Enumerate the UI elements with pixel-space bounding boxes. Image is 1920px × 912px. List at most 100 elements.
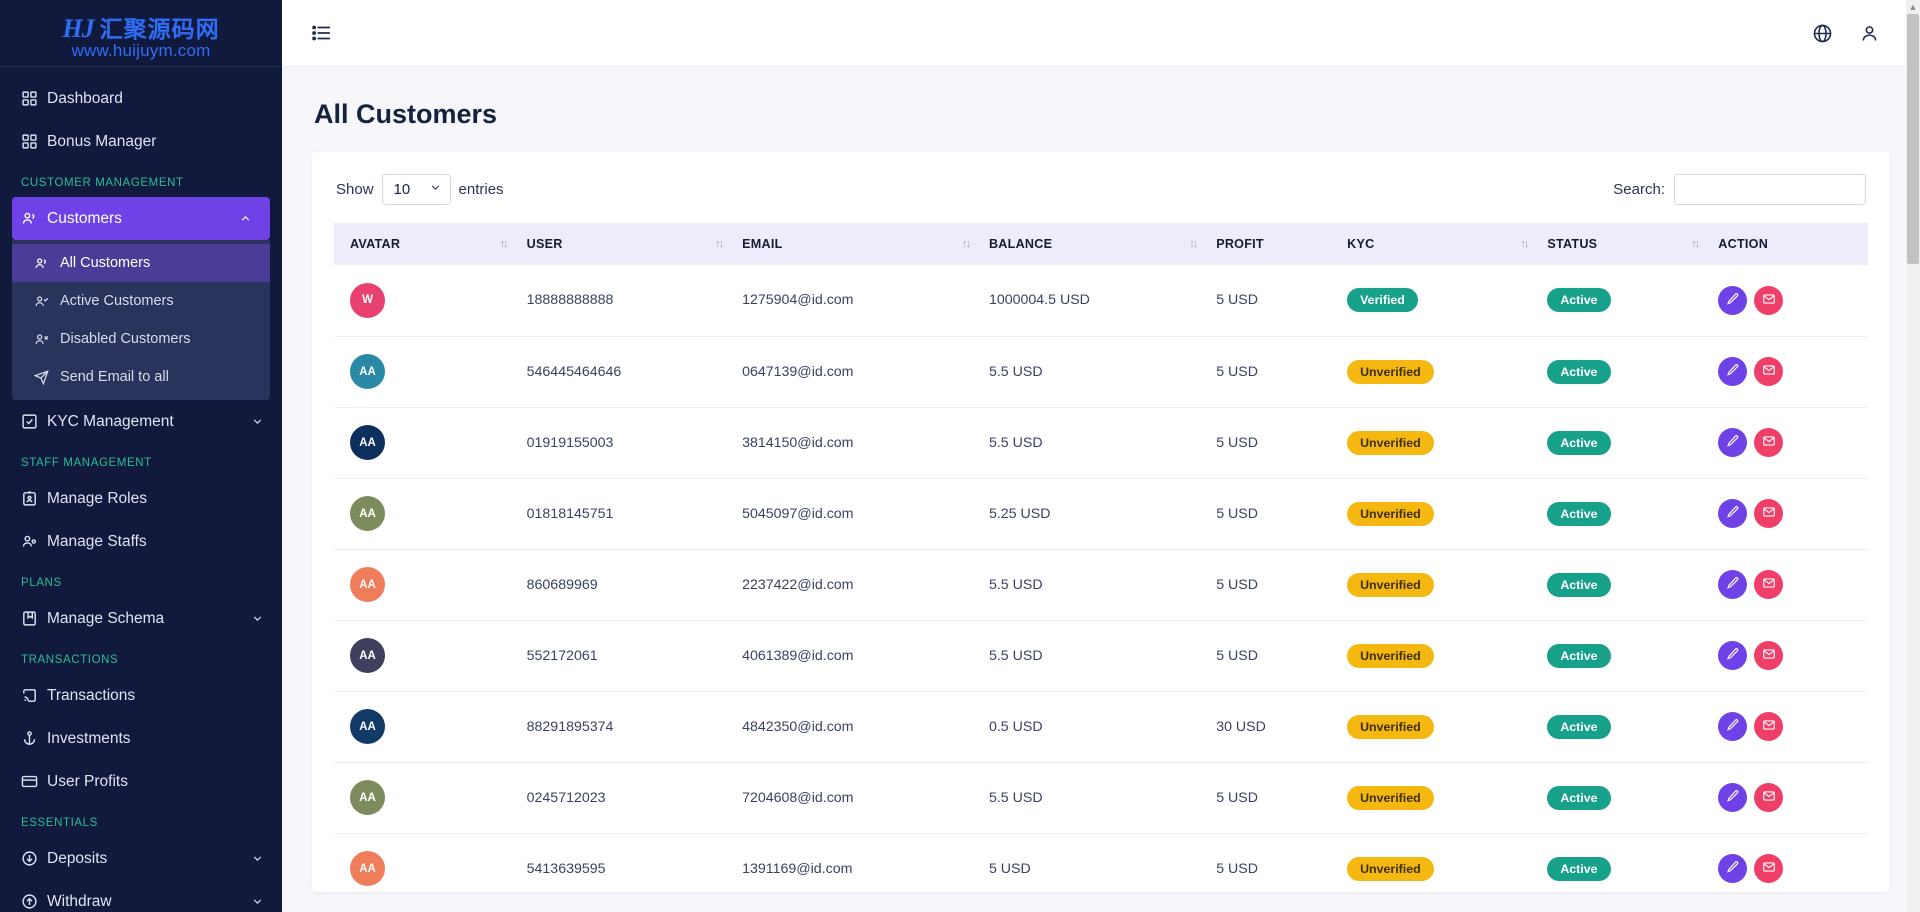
sidebar-item-label: All Customers: [60, 255, 151, 271]
download-circle-icon: [21, 850, 47, 867]
column-header-action[interactable]: ACTION: [1708, 223, 1868, 265]
edit-customer-button[interactable]: [1718, 357, 1748, 386]
status-badge: Active: [1547, 643, 1611, 668]
grid-icon: [21, 133, 47, 150]
cell-status: Active: [1537, 407, 1709, 479]
kyc-badge: Unverified: [1347, 430, 1434, 455]
cell-balance: 5.5 USD: [978, 407, 1207, 479]
email-customer-button[interactable]: [1754, 428, 1784, 457]
cell-email: 0647139@id.com: [732, 336, 979, 408]
page-scrollbar[interactable]: ▲: [1906, 0, 1920, 912]
cell-status: Active: [1537, 336, 1709, 408]
email-customer-button[interactable]: [1754, 357, 1784, 386]
sidebar-item-bonus-manager[interactable]: Bonus Manager: [0, 120, 282, 163]
sidebar-item-withdraw[interactable]: Withdraw: [0, 880, 282, 912]
avatar: AA: [350, 425, 385, 460]
column-header-status[interactable]: STATUS ↑↓: [1537, 223, 1709, 265]
cell-profit: 5 USD: [1206, 478, 1338, 550]
sidebar-item-user-profits[interactable]: User Profits: [0, 760, 282, 803]
column-header-avatar[interactable]: AVATAR ↑↓: [334, 223, 517, 265]
pencil-icon: [1726, 292, 1740, 309]
cell-profit: 30 USD: [1206, 691, 1338, 763]
edit-customer-button[interactable]: [1718, 570, 1748, 599]
column-header-profit[interactable]: PROFIT: [1206, 223, 1338, 265]
sidebar-item-investments[interactable]: Investments: [0, 717, 282, 760]
column-header-user[interactable]: USER ↑↓: [516, 223, 733, 265]
envelope-icon: [1762, 718, 1776, 735]
edit-customer-button[interactable]: [1718, 285, 1748, 315]
sidebar-item-label: Manage Roles: [47, 489, 147, 507]
email-customer-button[interactable]: [1754, 285, 1784, 315]
sidebar-item-transactions[interactable]: Transactions: [0, 674, 282, 717]
edit-customer-button[interactable]: [1718, 854, 1748, 883]
kyc-badge: Unverified: [1347, 572, 1434, 597]
sidebar-section-plans: PLANS: [21, 577, 62, 589]
sidebar-item-active-customers[interactable]: Active Customers: [12, 282, 270, 320]
sidebar-item-manage-roles[interactable]: Manage Roles: [0, 477, 282, 520]
kyc-badge: Unverified: [1347, 643, 1434, 668]
edit-customer-button[interactable]: [1718, 712, 1748, 741]
table-row: AA 88291895374 4842350@id.com 0.5 USD 30 USD…: [334, 691, 1868, 763]
user-icon[interactable]: [1859, 23, 1880, 44]
scroll-up-arrow-icon[interactable]: ▲: [1906, 0, 1920, 14]
sidebar-item-label: Deposits: [47, 849, 108, 867]
column-header-kyc[interactable]: KYC ↑↓: [1337, 223, 1538, 265]
sidebar-nav: Dashboard Bonus Manager CUSTOMER MANAGEM…: [0, 67, 282, 912]
cell-action: [1708, 549, 1868, 621]
edit-customer-button[interactable]: [1718, 783, 1748, 812]
email-customer-button[interactable]: [1754, 499, 1784, 528]
sidebar-item-kyc-management[interactable]: KYC Management: [0, 400, 282, 443]
sidebar-item-label: Send Email to all: [60, 369, 169, 385]
cell-kyc: Unverified: [1337, 336, 1538, 408]
sidebar-item-deposits[interactable]: Deposits: [0, 837, 282, 880]
sidebar-item-label: Withdraw: [47, 892, 112, 910]
table-head: AVATAR ↑↓ USER ↑↓ EMAIL ↑↓ BALANCE ↑↓ PROFIT…: [334, 223, 1868, 265]
edit-customer-button[interactable]: [1718, 499, 1748, 528]
pencil-icon: [1726, 789, 1740, 806]
envelope-icon: [1762, 860, 1776, 877]
email-customer-button[interactable]: [1754, 712, 1784, 741]
kyc-badge: Unverified: [1347, 501, 1434, 526]
avatar: AA: [350, 567, 385, 602]
cell-avatar: AA: [334, 762, 517, 834]
email-customer-button[interactable]: [1754, 570, 1784, 599]
sidebar-item-send-email-to-all[interactable]: Send Email to all: [12, 358, 270, 396]
cell-user: 860689969: [516, 549, 733, 621]
sidebar-item-manage-schema[interactable]: Manage Schema: [0, 597, 282, 640]
sidebar-item-disabled-customers[interactable]: Disabled Customers: [12, 320, 270, 358]
globe-icon[interactable]: [1812, 23, 1833, 44]
brand-logo[interactable]: HJ 汇聚源码网 www.huijuym.com: [0, 0, 282, 67]
sidebar-item-customers[interactable]: Customers: [12, 197, 270, 240]
edit-customer-button[interactable]: [1718, 641, 1748, 670]
edit-customer-button[interactable]: [1718, 428, 1748, 457]
email-customer-button[interactable]: [1754, 854, 1784, 883]
table-row: W 18888888888 1275904@id.com 1000004.5 USD 5…: [334, 265, 1868, 337]
cell-user: 552172061: [516, 620, 733, 692]
sidebar-item-label: Customers: [47, 209, 122, 227]
credit-card-icon: [21, 773, 47, 790]
cell-email: 4061389@id.com: [732, 620, 979, 692]
search-input[interactable]: [1674, 174, 1866, 205]
column-header-email[interactable]: EMAIL ↑↓: [732, 223, 979, 265]
sidebar-item-all-customers[interactable]: All Customers: [12, 244, 270, 282]
page-length-select[interactable]: 10 25 50 100: [381, 174, 451, 205]
sidebar-item-label: Active Customers: [60, 293, 174, 309]
sidebar-item-dashboard[interactable]: Dashboard: [0, 77, 282, 120]
cell-balance: 5.25 USD: [978, 478, 1207, 550]
status-badge: Active: [1547, 785, 1611, 810]
sidebar-item-manage-staffs[interactable]: Manage Staffs: [0, 520, 282, 563]
brand-url: www.huijuym.com: [71, 40, 211, 60]
cell-profit: 5 USD: [1206, 336, 1338, 408]
sidebar-item-label: User Profits: [47, 772, 128, 790]
column-header-balance[interactable]: BALANCE ↑↓: [978, 223, 1207, 265]
envelope-icon: [1762, 505, 1776, 522]
table-body: W 18888888888 1275904@id.com 1000004.5 USD 5…: [334, 265, 1868, 892]
email-customer-button[interactable]: [1754, 783, 1784, 812]
chevron-down-icon: [250, 852, 264, 865]
list-menu-icon[interactable]: [310, 22, 332, 44]
check-square-icon: [21, 413, 47, 430]
cell-kyc: Unverified: [1337, 762, 1538, 834]
email-customer-button[interactable]: [1754, 641, 1784, 670]
scrollbar-thumb[interactable]: [1907, 14, 1919, 264]
sidebar-section-customer-management: CUSTOMER MANAGEMENT: [21, 177, 184, 189]
